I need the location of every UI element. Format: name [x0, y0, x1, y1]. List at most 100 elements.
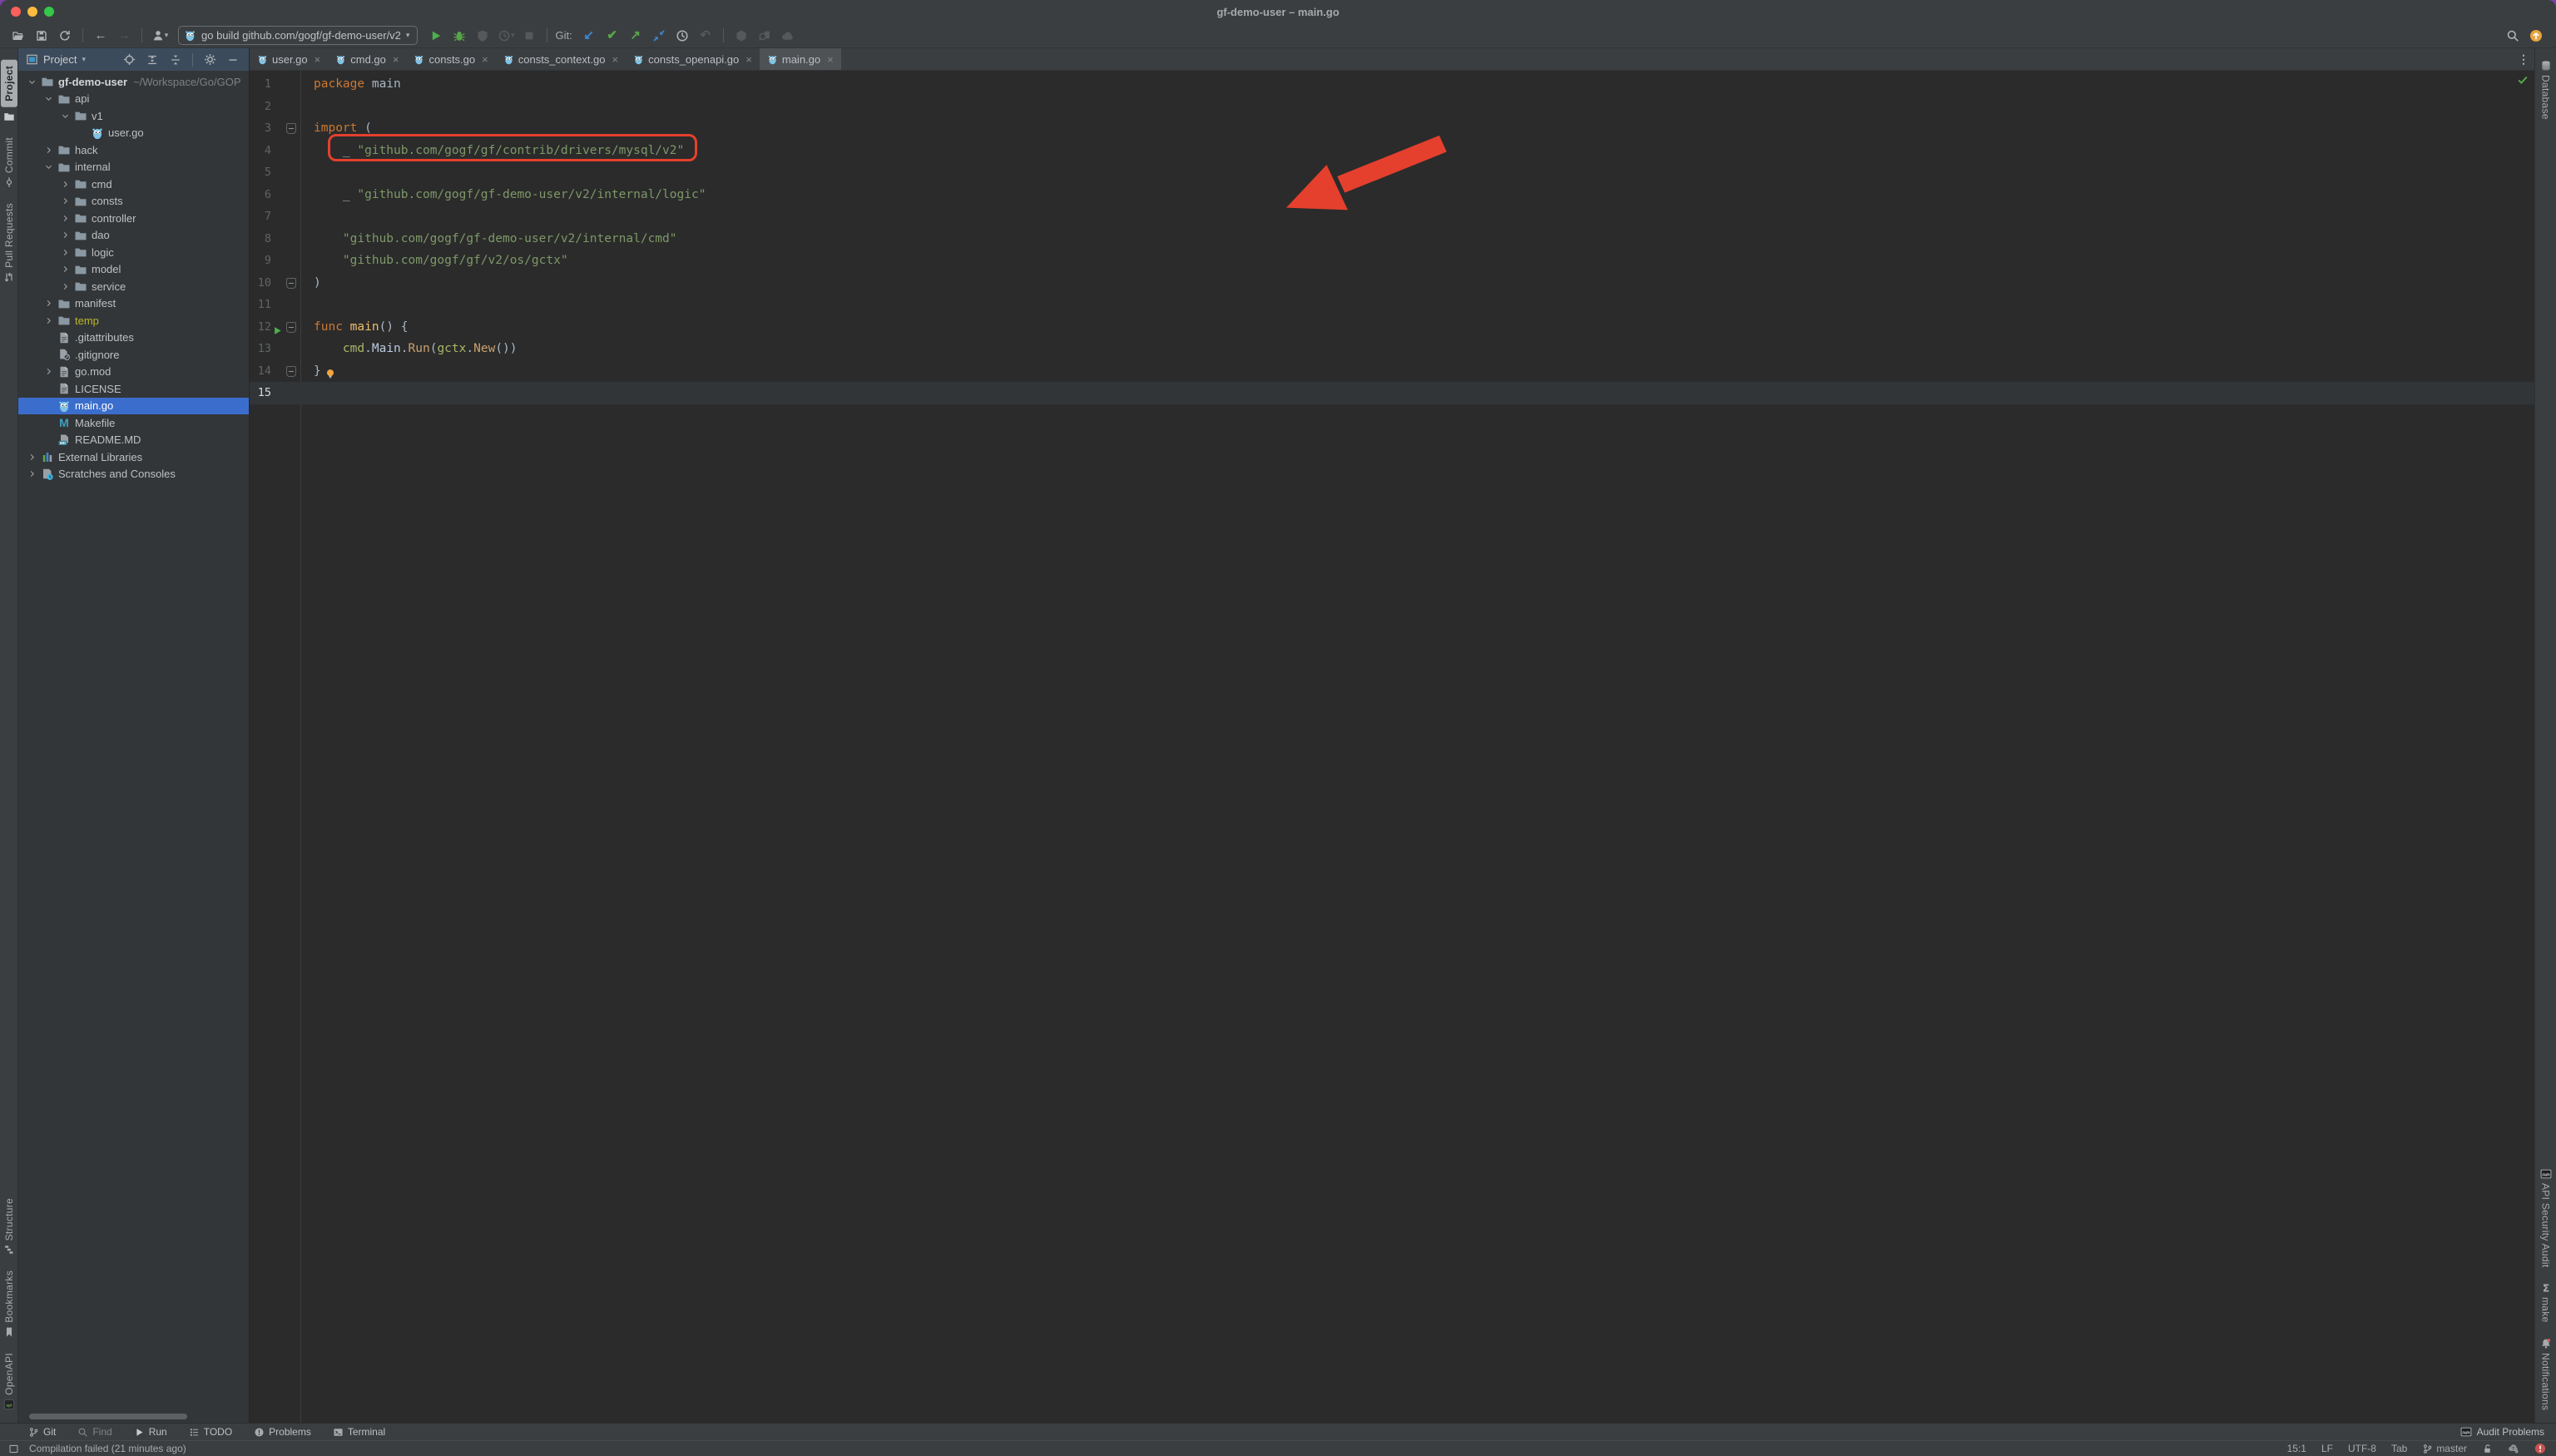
open-button[interactable] [8, 26, 28, 46]
close-tab-icon[interactable]: × [393, 53, 399, 66]
editor-tab-consts-go[interactable]: consts.go× [406, 48, 495, 70]
tool-stripe-project[interactable]: Project [1, 60, 17, 122]
chev-down-icon[interactable] [44, 94, 53, 103]
profile-button[interactable]: ▾ [150, 26, 170, 46]
git-branch-widget[interactable]: master [2422, 1443, 2467, 1454]
editor-tab-consts_context-go[interactable]: consts_context.go× [496, 48, 626, 70]
chev-right-icon[interactable] [61, 230, 70, 240]
tree-item-internal[interactable]: internal [18, 159, 249, 176]
expand-all-button[interactable] [143, 51, 161, 69]
close-tab-icon[interactable]: × [482, 53, 488, 66]
tool-stripe-openapi[interactable]: OpenAPIapi [3, 1353, 15, 1410]
tree-item-.gitattributes[interactable]: .gitattributes [18, 329, 249, 347]
tree-item-makefile[interactable]: MMakefile [18, 414, 249, 432]
tree-item-main.go[interactable]: main.go [18, 398, 249, 415]
close-tab-icon[interactable]: × [746, 53, 752, 66]
sync-button[interactable] [55, 26, 75, 46]
run-with-coverage-button[interactable] [473, 26, 493, 46]
tree-item-user.go[interactable]: user.go [18, 125, 249, 142]
chev-down-icon[interactable] [27, 77, 37, 87]
chevron-down-icon[interactable]: ▾ [82, 56, 86, 63]
toolwindow-button-terminal[interactable]: Terminal [333, 1426, 385, 1438]
tree-item-dao[interactable]: dao [18, 227, 249, 245]
chev-right-icon[interactable] [61, 196, 70, 206]
ide-update-button[interactable] [2526, 26, 2546, 46]
code-line-15[interactable]: 15 [250, 382, 2534, 404]
window-icon[interactable] [8, 1444, 19, 1454]
editor-tab-consts_openapi-go[interactable]: consts_openapi.go× [626, 48, 760, 70]
save-all-button[interactable] [32, 26, 52, 46]
status-item-15-1[interactable]: 15:1 [2287, 1443, 2306, 1454]
push-button[interactable]: ↗ [626, 26, 646, 46]
code-line-6[interactable]: 6 _ "github.com/gogf/gf-demo-user/v2/int… [250, 184, 2534, 206]
code-line-14[interactable]: 14} [250, 360, 2534, 383]
search-everywhere-button[interactable] [2503, 26, 2523, 46]
tree-item-hack[interactable]: hack [18, 141, 249, 159]
tool-stripe-commit[interactable]: Commit [3, 137, 15, 188]
tab-options-kebab-icon[interactable]: ⋮ [2518, 48, 2529, 70]
run-configuration-select[interactable]: go build github.com/gogf/gf-demo-user/v2… [178, 26, 418, 45]
tree-item-.gitignore[interactable]: .gitignore [18, 346, 249, 364]
update-project-button[interactable]: ↙ [579, 26, 599, 46]
chev-right-icon[interactable] [27, 469, 37, 478]
hide-panel-button[interactable] [224, 51, 242, 69]
status-item-utf-8[interactable]: UTF-8 [2348, 1443, 2376, 1454]
history-button[interactable] [672, 26, 692, 46]
debug-button[interactable] [449, 26, 469, 46]
lock-widget[interactable] [2482, 1444, 2493, 1454]
tree-item-go.mod[interactable]: go.mod [18, 364, 249, 381]
toolwindow-button-todo[interactable]: TODO [189, 1426, 232, 1438]
minimize-window-button[interactable] [27, 7, 37, 17]
back-button[interactable]: ← [91, 26, 111, 46]
panel-settings-button[interactable] [201, 51, 219, 69]
chev-right-icon[interactable] [27, 453, 37, 462]
toolwindow-button-audit-problems[interactable]: /APIAudit Problems [2460, 1426, 2544, 1438]
close-tab-icon[interactable]: × [827, 53, 834, 66]
code-line-8[interactable]: 8 "github.com/gogf/gf-demo-user/v2/inter… [250, 228, 2534, 250]
fold-marker-icon[interactable] [286, 123, 296, 134]
merge-button[interactable] [649, 26, 669, 46]
close-window-button[interactable] [11, 7, 21, 17]
toolwindow-button-problems[interactable]: Problems [254, 1426, 311, 1438]
code-line-10[interactable]: 10) [250, 272, 2534, 295]
chev-right-icon[interactable] [61, 282, 70, 291]
fold-marker-icon[interactable] [286, 366, 296, 377]
tree-item-manifest[interactable]: manifest [18, 295, 249, 313]
rollback-button[interactable]: ↶ [696, 26, 716, 46]
chev-down-icon[interactable] [61, 111, 70, 121]
tree-item-consts[interactable]: consts [18, 193, 249, 210]
tree-item-api[interactable]: api [18, 91, 249, 108]
horizontal-scrollbar[interactable] [29, 1414, 187, 1419]
tool-stripe-bookmarks[interactable]: Bookmarks [3, 1270, 15, 1338]
code-inspection-button[interactable] [755, 26, 775, 46]
chev-right-icon[interactable] [61, 248, 70, 257]
tool-stripe-make[interactable]: Σmake [2540, 1282, 2552, 1323]
code-line-11[interactable]: 11 [250, 294, 2534, 316]
chev-right-icon[interactable] [61, 180, 70, 189]
tree-item-external-libraries[interactable]: External Libraries [18, 448, 249, 466]
tree-item-temp[interactable]: temp [18, 312, 249, 329]
profiler-button[interactable]: ▾ [496, 26, 516, 46]
tree-item-license[interactable]: LICENSE [18, 380, 249, 398]
editor-tab-main-go[interactable]: main.go× [760, 48, 841, 70]
toolwindow-button-run[interactable]: Run [134, 1426, 167, 1438]
inspection-ok-icon[interactable] [2517, 74, 2529, 89]
zoom-window-button[interactable] [44, 7, 54, 17]
toolwindow-button-find[interactable]: Find [77, 1426, 111, 1438]
code-editor[interactable]: 1package main23import (4 _ "github.com/g… [250, 71, 2534, 1423]
close-tab-icon[interactable]: × [612, 53, 619, 66]
chev-right-icon[interactable] [61, 265, 70, 274]
project-panel-title[interactable]: Project [43, 53, 77, 66]
collapse-all-button[interactable] [166, 51, 185, 69]
code-line-13[interactable]: 13 cmd.Main.Run(gctx.New()) [250, 338, 2534, 360]
status-message[interactable]: Compilation failed (21 minutes ago) [29, 1443, 186, 1454]
tool-stripe-structure[interactable]: Structure [3, 1198, 15, 1255]
editor-tab-user-go[interactable]: user.go× [250, 48, 328, 70]
tree-item-service[interactable]: service [18, 278, 249, 295]
commit-button[interactable]: ✔ [602, 26, 622, 46]
code-line-12[interactable]: 12func main() { [250, 316, 2534, 339]
code-line-9[interactable]: 9 "github.com/gogf/gf/v2/os/gctx" [250, 250, 2534, 272]
toolwindow-button-git[interactable]: Git [28, 1426, 56, 1438]
cloud-status-widget[interactable]: ? [2508, 1443, 2519, 1454]
tool-stripe-pull-requests[interactable]: Pull Requests [3, 203, 15, 283]
